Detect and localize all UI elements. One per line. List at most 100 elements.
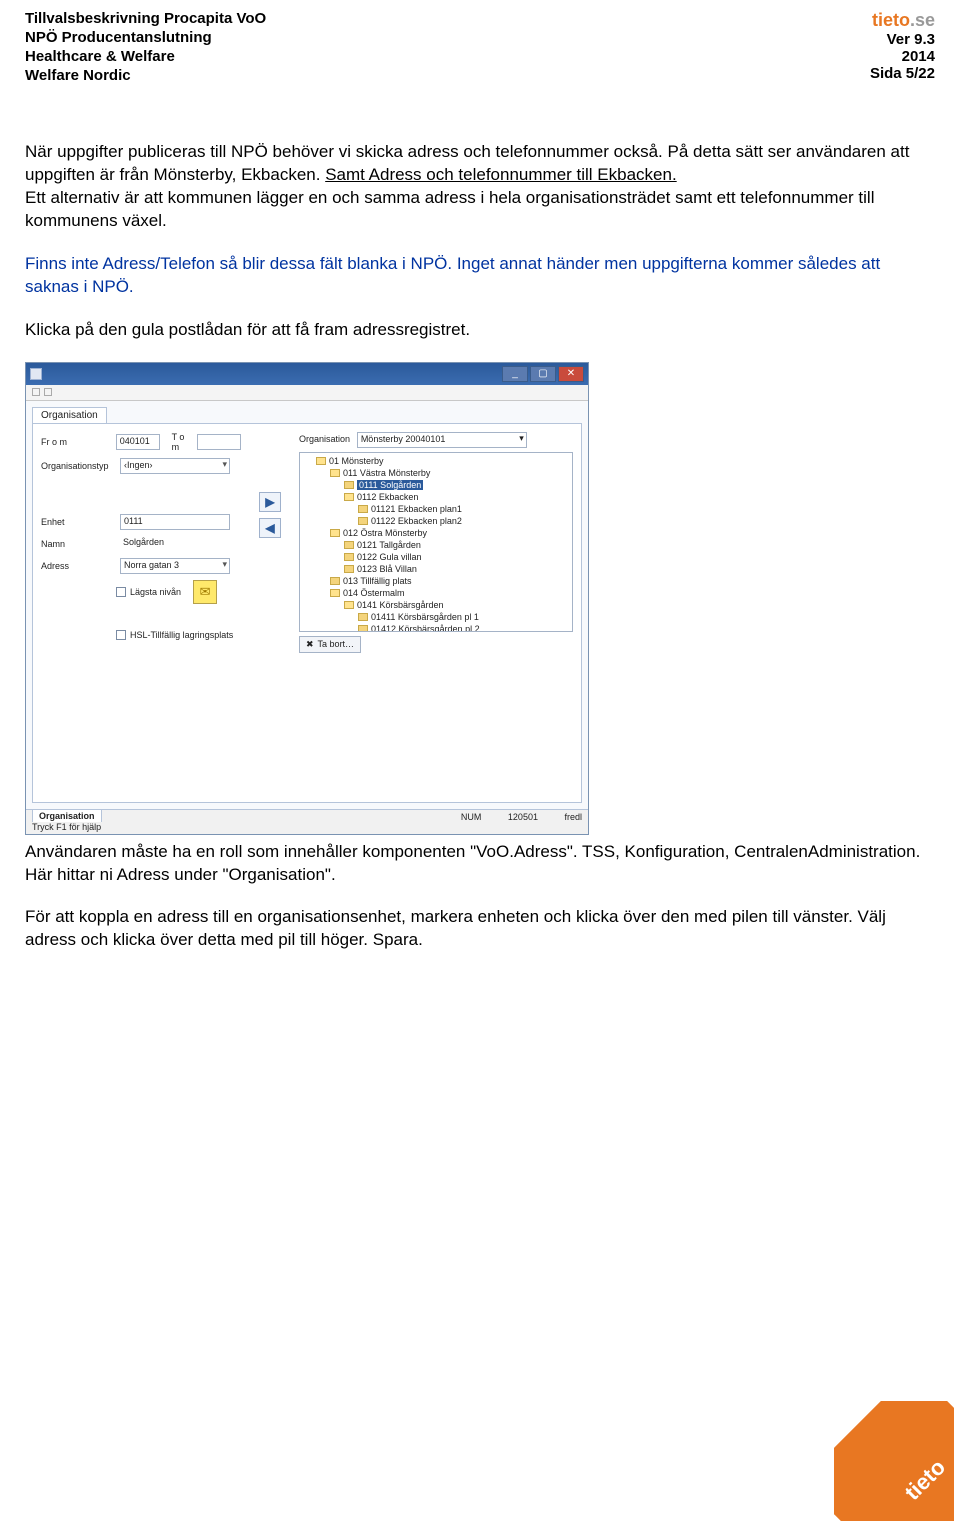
status-help: Tryck F1 för hjälp (32, 822, 101, 832)
folder-icon (358, 625, 368, 631)
status-num: NUM (461, 812, 482, 822)
hsl-label: HSL-Tillfällig lagringsplats (130, 630, 233, 640)
tree-node[interactable]: 0112 Ekbacken (357, 492, 418, 502)
tom-label: T o m (172, 432, 194, 452)
para-1c: Ett alternativ är att kommunen lägger en… (25, 188, 874, 230)
orgtyp-label: Organisationstyp (41, 461, 116, 471)
tree-node[interactable]: 01122 Ekbacken plan2 (371, 516, 462, 526)
logo-brand: tieto (872, 10, 910, 30)
namn-value: Solgården (120, 536, 230, 552)
para-2-note: Finns inte Adress/Telefon så blir dessa … (25, 253, 935, 299)
doc-title: Tillvalsbeskrivning Procapita VoO (25, 10, 266, 27)
window-controls: _ ▢ ✕ (502, 366, 584, 382)
folder-icon (330, 469, 340, 477)
status-user: fredl (564, 812, 582, 822)
mailbox-button[interactable]: ✉ (193, 580, 217, 604)
tree-node[interactable]: 0121 Tallgården (357, 540, 421, 550)
tieto-corner-logo: tieto (834, 1401, 954, 1521)
namn-label: Namn (41, 539, 116, 549)
para-3: Klicka på den gula postlådan för att få … (25, 319, 935, 342)
arrow-right-button[interactable]: ▶ (259, 492, 281, 512)
folder-icon (344, 601, 354, 609)
folder-icon (344, 481, 354, 489)
tree-node[interactable]: 0141 Körsbärsgården (357, 600, 444, 610)
org-label: Organisation (299, 434, 350, 444)
statusbar: Organisation Tryck F1 för hjälp NUM 1205… (26, 809, 588, 834)
tree-node[interactable]: 01121 Ekbacken plan1 (371, 504, 462, 514)
orgtyp-select[interactable]: ‹Ingen› (120, 458, 230, 474)
panel-left: Fr o m 040101 T o m Organisationstyp ‹In… (41, 432, 241, 794)
folder-icon (330, 529, 340, 537)
header-right: tieto.se Ver 9.3 2014 Sida 5/22 (870, 10, 935, 86)
org-tree[interactable]: 01 Mönsterby 011 Västra Mönsterby 0111 S… (299, 452, 573, 632)
tree-node[interactable]: 011 Västra Mönsterby (343, 468, 430, 478)
tabort-label: Ta bort… (318, 639, 355, 649)
menubar (26, 385, 588, 401)
para-1b-underlined: Samt Adress och telefonnummer till Ekbac… (325, 165, 677, 184)
from-label: Fr o m (41, 437, 112, 447)
doc-dept: Healthcare & Welfare (25, 48, 266, 65)
tree-node[interactable]: 014 Östermalm (343, 588, 405, 598)
tree-node[interactable]: 01 Mönsterby (329, 456, 384, 466)
org-select[interactable]: Mönsterby 20040101 (357, 432, 527, 448)
tree-node[interactable]: 012 Östra Mönsterby (343, 528, 427, 538)
close-button[interactable]: ✕ (558, 366, 584, 382)
arrow-left-icon: ◀ (265, 521, 274, 535)
adress-label: Adress (41, 561, 116, 571)
panel-right: Organisation Mönsterby 20040101 01 Mönst… (299, 432, 573, 794)
logo-tld: .se (910, 10, 935, 30)
doc-unit: Welfare Nordic (25, 67, 266, 84)
tree-node[interactable]: 013 Tillfällig plats (343, 576, 412, 586)
tree-node-selected[interactable]: 0111 Solgården (357, 480, 423, 490)
titlebar: _ ▢ ✕ (26, 363, 588, 385)
page-header: Tillvalsbeskrivning Procapita VoO NPÖ Pr… (25, 10, 935, 86)
mailbox-icon: ✉ (200, 584, 211, 600)
transfer-buttons: ▶ ◀ (259, 492, 281, 794)
main-panel: Fr o m 040101 T o m Organisationstyp ‹In… (32, 423, 582, 803)
menu-icon[interactable] (44, 388, 52, 396)
folder-icon (344, 541, 354, 549)
tieto-logo: tieto.se (870, 10, 935, 31)
doc-year: 2014 (870, 48, 935, 65)
folder-icon (344, 553, 354, 561)
enhet-input[interactable]: 0111 (120, 514, 230, 530)
folder-icon (316, 457, 326, 465)
titlebar-left-icon (30, 368, 42, 380)
para-1: När uppgifter publiceras till NPÖ behöve… (25, 141, 935, 233)
tree-node[interactable]: 01412 Körsbärsgården pl 2 (371, 624, 480, 632)
doc-page: Sida 5/22 (870, 65, 935, 82)
tree-node[interactable]: 0122 Gula villan (357, 552, 422, 562)
tabort-button[interactable]: ✖ Ta bort… (299, 636, 361, 653)
delete-icon: ✖ (306, 639, 314, 650)
lagsta-label: Lägsta nivån (130, 587, 181, 597)
tom-input[interactable] (197, 434, 241, 450)
adress-select[interactable]: Norra gatan 3 (120, 558, 230, 574)
tree-node[interactable]: 0123 Blå Villan (357, 564, 417, 574)
header-left: Tillvalsbeskrivning Procapita VoO NPÖ Pr… (25, 10, 266, 86)
status-tab-organisation[interactable]: Organisation (32, 809, 102, 822)
menu-icon[interactable] (32, 388, 40, 396)
minimize-button[interactable]: _ (502, 366, 528, 382)
arrow-left-button[interactable]: ◀ (259, 518, 281, 538)
folder-icon (344, 565, 354, 573)
status-date: 120501 (508, 812, 538, 822)
maximize-button[interactable]: ▢ (530, 366, 556, 382)
from-input[interactable]: 040101 (116, 434, 160, 450)
folder-icon (330, 577, 340, 585)
folder-icon (330, 589, 340, 597)
arrow-right-icon: ▶ (265, 495, 274, 509)
folder-icon (358, 517, 368, 525)
app-window: _ ▢ ✕ Organisation Fr o m 040101 T o m (25, 362, 589, 835)
folder-icon (358, 505, 368, 513)
doc-subtitle: NPÖ Producentanslutning (25, 29, 266, 46)
lower-para-1: Användaren måste ha en roll som innehåll… (25, 841, 935, 887)
tab-organisation[interactable]: Organisation (32, 407, 107, 423)
hsl-checkbox[interactable] (116, 630, 126, 640)
enhet-label: Enhet (41, 517, 116, 527)
doc-version: Ver 9.3 (870, 31, 935, 48)
tree-node[interactable]: 01411 Körsbärsgården pl 1 (371, 612, 479, 622)
lower-text: Användaren måste ha en roll som innehåll… (25, 841, 935, 953)
lagsta-checkbox[interactable] (116, 587, 126, 597)
body-text: När uppgifter publiceras till NPÖ behöve… (25, 141, 935, 342)
status-right: NUM 120501 fredl (437, 812, 582, 832)
